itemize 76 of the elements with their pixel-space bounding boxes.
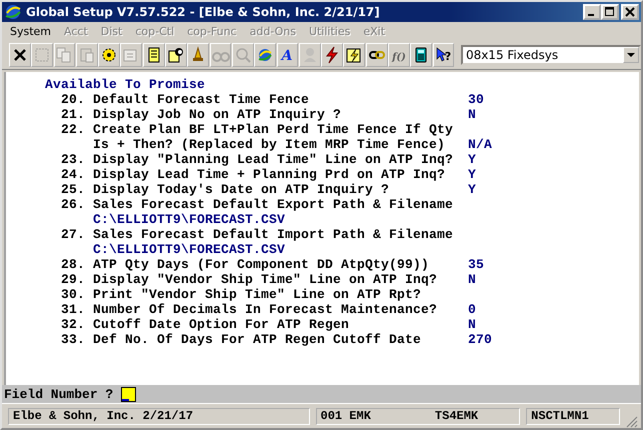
status-company: Elbe & Sohn, Inc. 2/21/17 xyxy=(8,408,310,424)
field-number: 24. xyxy=(61,167,86,182)
font-dropdown[interactable]: 08x15 Fixedsys xyxy=(460,45,641,65)
field-number: 23. xyxy=(61,152,86,167)
minimize-icon xyxy=(588,14,594,16)
magnifier-icon xyxy=(234,46,252,64)
field-value: N xyxy=(468,317,476,332)
field-number: 33. xyxy=(61,332,86,347)
status-code: 001 EMK xyxy=(320,409,371,423)
field-label: Sales Forecast Default Import Path & Filename xyxy=(93,227,454,242)
field-label: Create Plan BF LT+Plan Perd Time Fence If Qty xyxy=(93,122,454,137)
field-value: N xyxy=(468,272,476,287)
field-value: N xyxy=(468,107,476,122)
field-number: 21. xyxy=(61,107,86,122)
input-field[interactable] xyxy=(121,386,136,402)
field-label: Def No. Of Days For ATP Regen Cutoff Date xyxy=(93,332,422,347)
field-value: Y xyxy=(468,167,476,182)
field-number: 28. xyxy=(61,257,86,272)
field-number: 26. xyxy=(61,197,86,212)
globe-icon xyxy=(4,3,22,21)
field-label: Display Job No on ATP Inquiry ? xyxy=(93,107,342,122)
field-value: C:\ELLIOTT9\FORECAST.CSV xyxy=(93,242,286,257)
field-label: Sales Forecast Default Export Path & Filename xyxy=(93,197,454,212)
field-number: 27. xyxy=(61,227,86,242)
window-title: Global Setup V7.57.522 - [Elbe & Sohn, Inc. 2/21/17] xyxy=(26,5,381,19)
field-value: C:\ELLIOTT9\FORECAST.CSV xyxy=(93,212,286,227)
close-button[interactable] xyxy=(621,4,639,20)
field-label: Is + Then? (Replaced by Item MRP Time Fence) xyxy=(93,137,446,152)
globe-icon xyxy=(256,46,274,64)
field-value: 0 xyxy=(468,302,476,317)
dropdown-caret-icon xyxy=(627,52,636,58)
field-number: 29. xyxy=(61,272,86,287)
field-label: Display "Vendor Ship Time" Line on ATP Inq? xyxy=(93,272,438,287)
field-number: 32. xyxy=(61,317,86,332)
maximize-button[interactable] xyxy=(601,4,619,20)
calculator-button[interactable] xyxy=(410,43,432,67)
copy-icon xyxy=(55,46,74,64)
field-value: Y xyxy=(468,182,476,197)
lightning-button[interactable] xyxy=(321,43,343,67)
field-value: 35 xyxy=(468,257,484,272)
field-number: 20. xyxy=(61,92,86,107)
field-label: Display "Planning Lead Time" Line on ATP Inq? xyxy=(93,152,454,167)
close-icon xyxy=(625,7,635,17)
field-value: Y xyxy=(468,152,476,167)
resize-grip-icon xyxy=(626,416,638,428)
lightning-document-icon xyxy=(345,46,364,64)
field-number: 30. xyxy=(61,287,86,302)
field-value: N/A xyxy=(468,137,492,152)
field-number: 31. xyxy=(61,302,86,317)
field-label: Default Forecast Time Fence xyxy=(93,92,310,107)
field-label: Print "Vendor Ship Time" Line on ATP Rpt? xyxy=(93,287,422,302)
link-button[interactable] xyxy=(366,43,388,67)
gear-button[interactable] xyxy=(98,43,120,67)
status-user: TS4EMK xyxy=(434,409,478,423)
field-value: 30 xyxy=(468,92,484,107)
field-label: Number Of Decimals In Forecast Maintenance? xyxy=(93,302,438,317)
status-program: NSCTLMN1 xyxy=(526,408,620,424)
field-value: 270 xyxy=(468,332,492,347)
field-label: ATP Qty Days (For Component DD AtpQty(99)) xyxy=(93,257,430,272)
close-button[interactable] xyxy=(9,43,31,67)
paste-icon xyxy=(78,46,96,64)
gear-icon xyxy=(100,46,118,64)
section-title: Available To Promise xyxy=(44,77,206,92)
notepad-button[interactable] xyxy=(142,43,165,67)
menu-item[interactable]: System xyxy=(10,25,52,38)
field-number: 25. xyxy=(61,182,86,197)
field-number: 22. xyxy=(61,122,86,137)
prompt-label: Field Number ? xyxy=(4,386,114,402)
field-label: Display Today's Date on ATP Inquiry ? xyxy=(93,182,390,197)
minimize-button[interactable] xyxy=(583,4,601,20)
field-label: Cutoff Date Option For ATP Regen xyxy=(93,317,350,332)
lightning-document-button[interactable] xyxy=(343,43,366,67)
maximize-icon xyxy=(605,7,615,17)
globe-button[interactable] xyxy=(254,43,276,67)
select-icon xyxy=(33,46,52,64)
field-label: Display Lead Time + Planning Prd on ATP Inq? xyxy=(93,167,446,182)
